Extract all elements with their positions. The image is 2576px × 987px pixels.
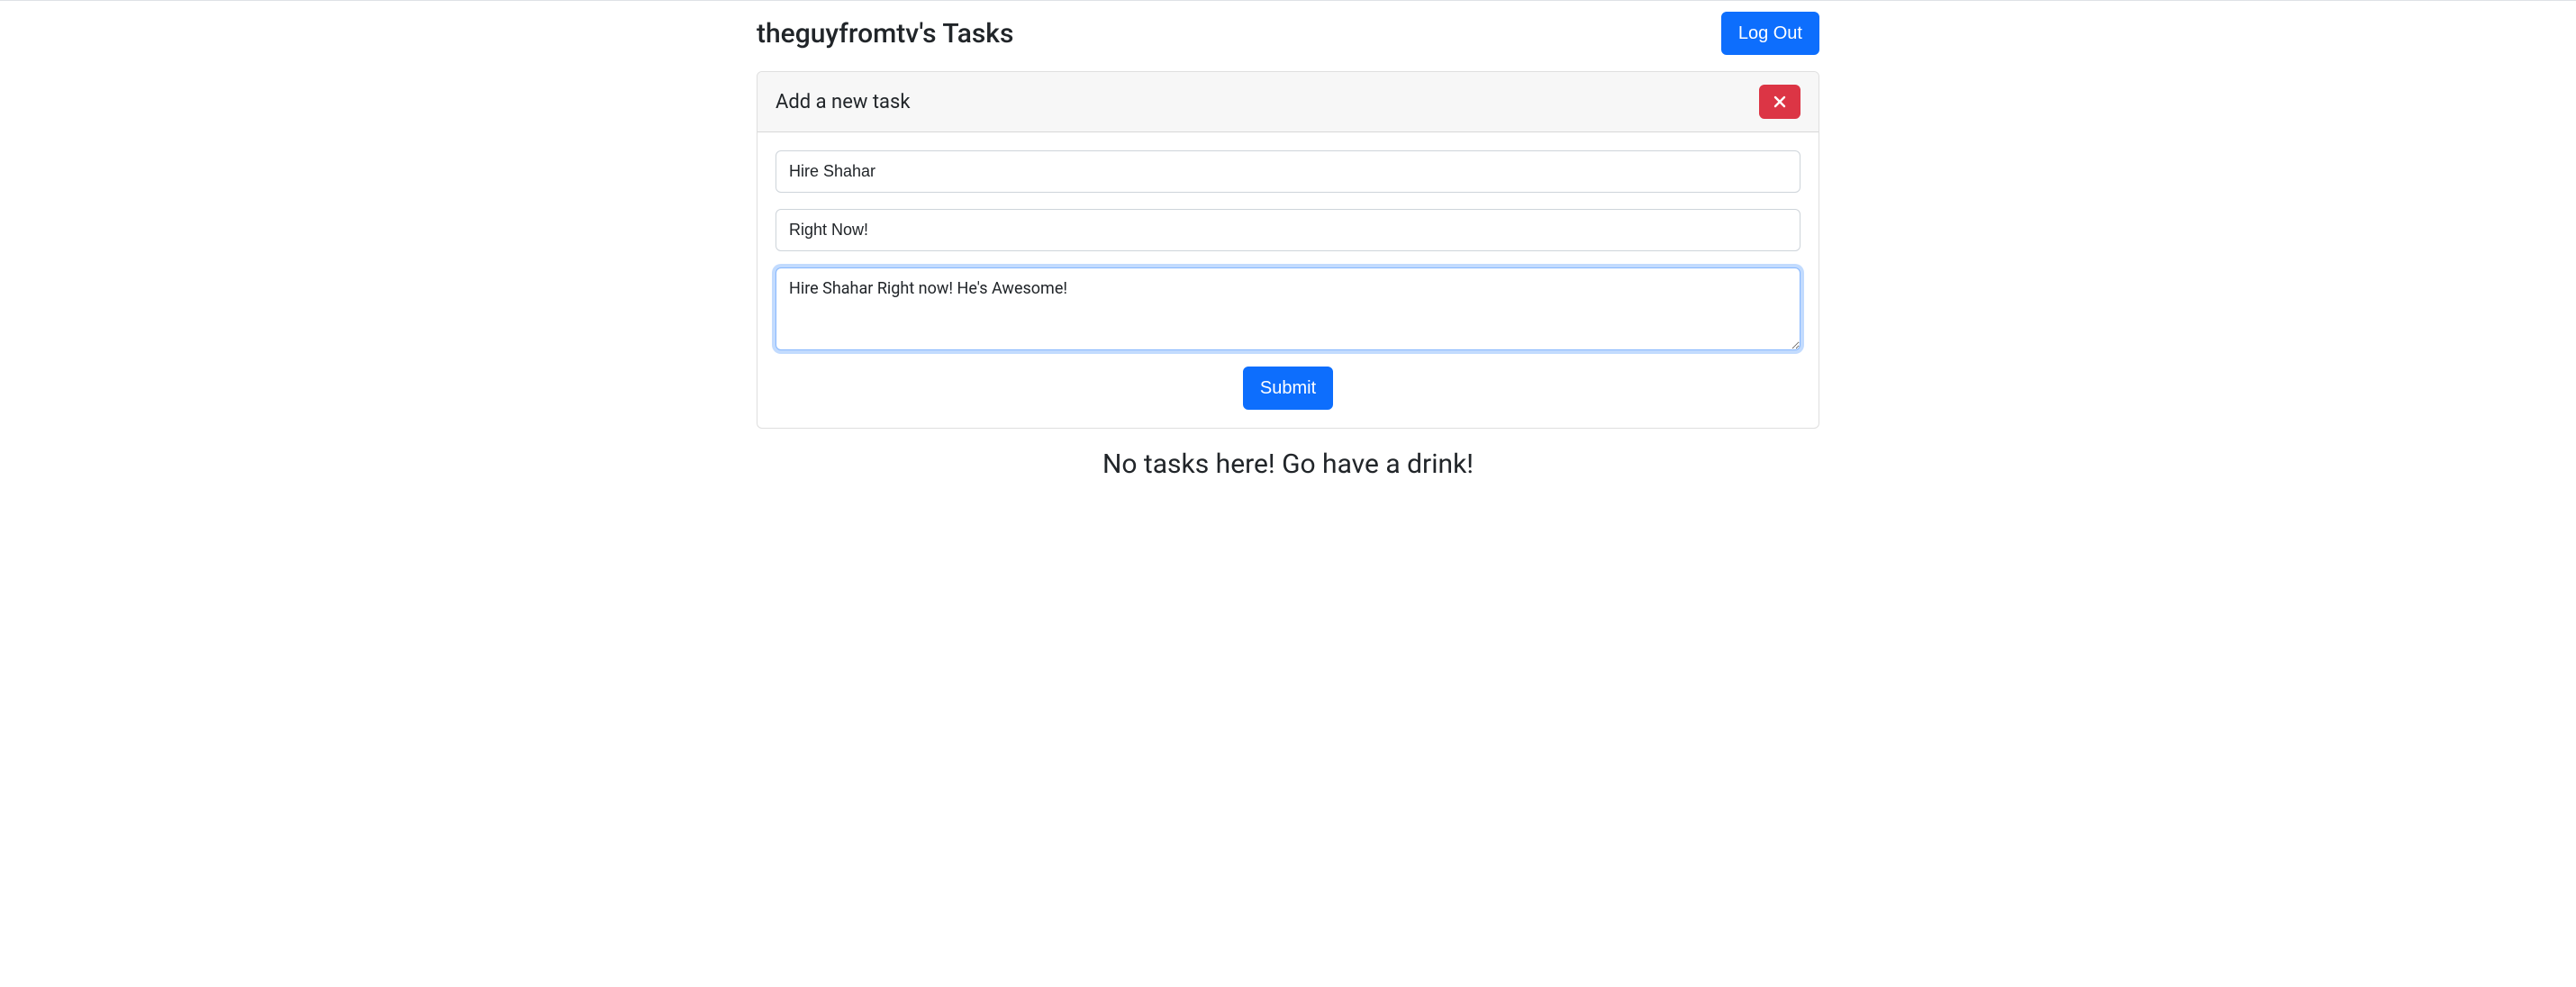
task-when-input[interactable] xyxy=(776,209,1800,251)
card-body: Hire Shahar Right now! He's Awesome! Sub… xyxy=(757,132,1819,428)
submit-button[interactable]: Submit xyxy=(1243,367,1333,410)
close-card-button[interactable] xyxy=(1759,85,1800,119)
add-task-card: Add a new task Hire Shahar Right now! He… xyxy=(757,71,1819,429)
logout-button[interactable]: Log Out xyxy=(1721,12,1819,55)
task-title-input[interactable] xyxy=(776,150,1800,193)
task-description-textarea[interactable]: Hire Shahar Right now! He's Awesome! xyxy=(776,267,1800,350)
empty-state-message: No tasks here! Go have a drink! xyxy=(757,448,1819,480)
page-title: theguyfromtv's Tasks xyxy=(757,18,1013,50)
close-icon xyxy=(1773,95,1787,109)
card-header-label: Add a new task xyxy=(776,91,911,113)
card-header: Add a new task xyxy=(757,72,1819,132)
page-header: theguyfromtv's Tasks Log Out xyxy=(757,1,1819,71)
